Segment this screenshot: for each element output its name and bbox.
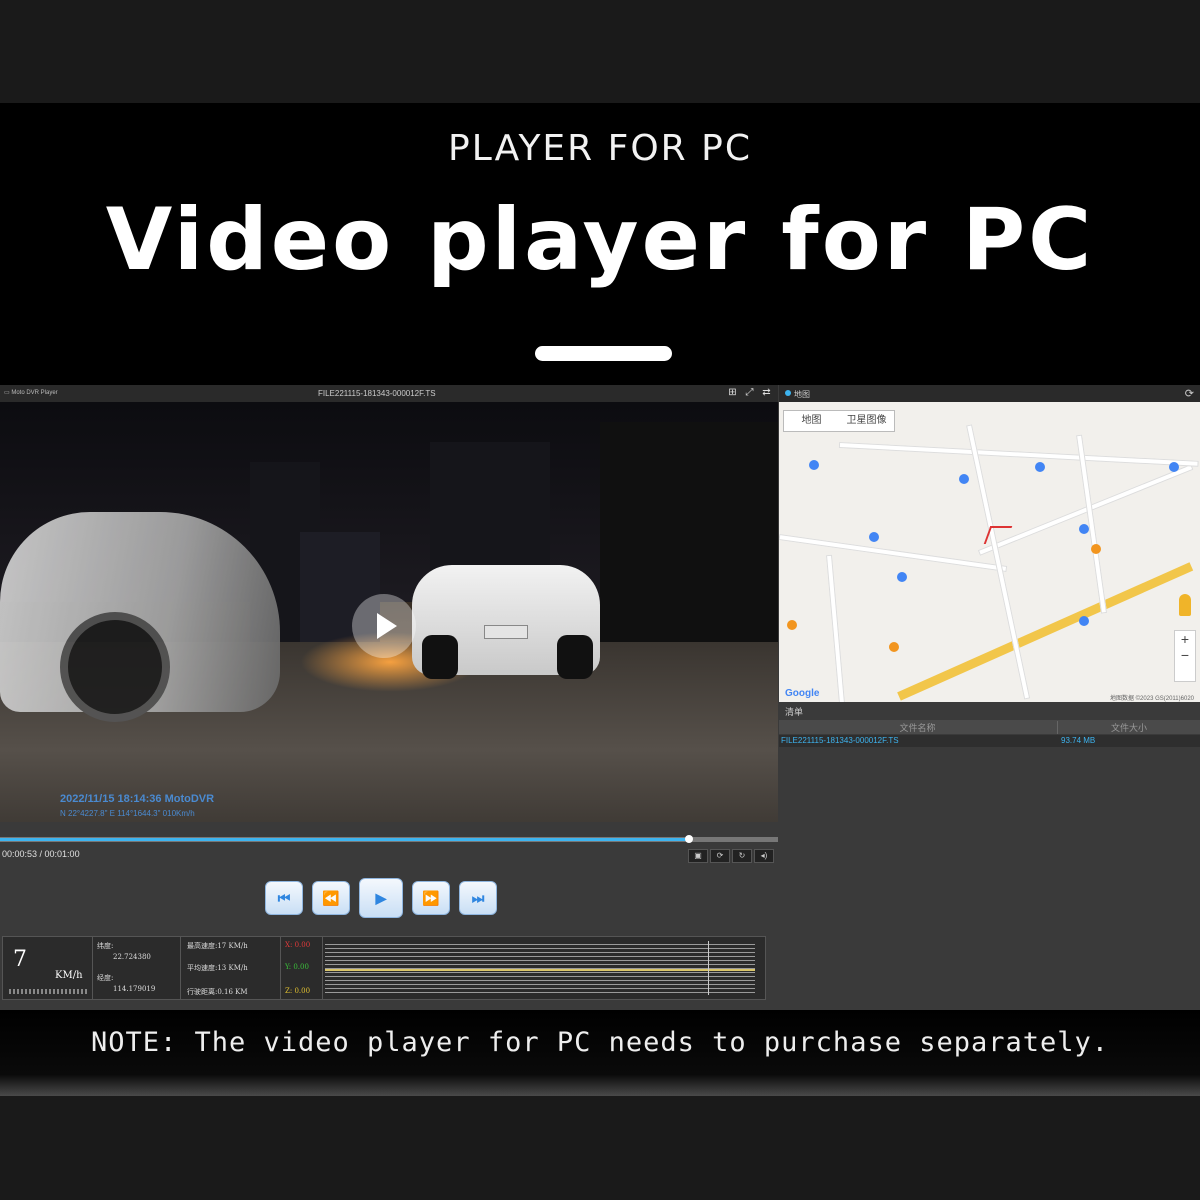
banner-title: Video player for PC xyxy=(105,190,1095,290)
zoom-out-icon[interactable]: − xyxy=(1175,647,1195,663)
latitude-label: 纬度: xyxy=(97,942,114,950)
previous-button[interactable]: ⏮ xyxy=(265,881,303,915)
latitude-value: 22.724380 xyxy=(113,953,151,961)
swap-icon[interactable]: ⇄ xyxy=(761,387,772,398)
volume-icon[interactable]: ◂) xyxy=(754,849,774,863)
map-poi-icon xyxy=(897,572,907,582)
map-poi-icon xyxy=(1035,462,1045,472)
coordinates-box: 纬度: 22.724380 经度: 114.179019 xyxy=(93,937,181,999)
zoom-in-icon[interactable]: + xyxy=(1175,631,1195,647)
speed-value: 7 xyxy=(13,947,27,972)
speed-box: 7 KM/h xyxy=(3,937,93,999)
osd-datetime: 2022/11/15 18:14:36 MotoDVR xyxy=(60,793,215,805)
video-car-white xyxy=(412,565,600,679)
player-titlebar: ▭ Moto DVR Player FILE221115-181343-0000… xyxy=(0,385,778,402)
map-status-icon xyxy=(785,390,791,396)
map-type-tabs: 地图 卫星图像 xyxy=(783,410,895,432)
next-button[interactable]: ⏭ xyxy=(459,881,497,915)
map-main-road xyxy=(897,562,1194,701)
playback-controls: ⏮ ⏪ ▶ ⏩ ⏭ xyxy=(265,878,497,918)
refresh-icon[interactable]: ⟳ xyxy=(1185,387,1194,400)
video-viewport[interactable]: 2022/11/15 18:14:36 MotoDVR N 22°4227.8"… xyxy=(0,402,778,822)
avg-speed: 平均速度:13 KM/h xyxy=(187,964,248,972)
seek-bar-fill xyxy=(0,838,689,841)
file-row-name: FILE221115-181343-000012F.TS xyxy=(781,736,899,745)
banner-subtitle: PLAYER FOR PC xyxy=(448,128,752,169)
z-axis-value: Z: 0.00 xyxy=(285,987,311,995)
map-poi-icon xyxy=(959,474,969,484)
map-street xyxy=(779,534,1008,572)
speed-meter xyxy=(9,989,87,994)
file-list-row[interactable]: FILE221115-181343-000012F.TS 93.74 MB xyxy=(779,735,1200,747)
time-display: 00:00:53 / 00:01:00 xyxy=(2,849,80,859)
map-view[interactable]: 地图 卫星图像 + − Google 地图数据 ©2023 GS(2011)60… xyxy=(779,402,1200,702)
distance: 行驶距离:0.16 KM xyxy=(187,988,248,996)
map-poi-icon xyxy=(809,460,819,470)
map-street xyxy=(826,554,846,702)
osd-coordinates: N 22°4227.8" E 114°1644.3" 010Km/h xyxy=(60,809,195,818)
tab-map[interactable]: 地图 xyxy=(784,411,839,431)
video-building xyxy=(600,422,778,652)
app-logo-icon: ▭ Moto DVR Player xyxy=(4,390,58,396)
fast-forward-button[interactable]: ⏩ xyxy=(412,881,450,915)
google-logo: Google xyxy=(785,688,820,699)
map-street xyxy=(838,442,1199,467)
bottom-band xyxy=(0,1096,1200,1200)
fullscreen-icon[interactable]: ⤢ xyxy=(744,387,755,398)
graph-cursor xyxy=(708,941,709,995)
current-file-name: FILE221115-181343-000012F.TS xyxy=(318,389,436,398)
max-speed: 最高速度:17 KM/h xyxy=(187,942,248,950)
col-file-size[interactable]: 文件大小 xyxy=(1057,721,1200,734)
map-poi-icon xyxy=(787,620,797,630)
play-button[interactable]: ▶ xyxy=(359,878,403,918)
file-list-label: 清单 xyxy=(785,707,804,717)
speed-unit: KM/h xyxy=(55,970,83,981)
title-divider xyxy=(535,346,672,361)
map-poi-icon xyxy=(1091,544,1101,554)
telemetry-panel: 7 KM/h 纬度: 22.724380 经度: 114.179019 最高速度… xyxy=(2,936,766,1000)
loop-icon[interactable]: ↻ xyxy=(732,849,752,863)
note-text: NOTE: The video player for PC needs to p… xyxy=(90,1027,1110,1058)
map-poi-icon xyxy=(1169,462,1179,472)
gsensor-graph xyxy=(325,941,755,995)
snapshot-icon[interactable]: ▣ xyxy=(688,849,708,863)
x-axis-value: X: 0.00 xyxy=(285,941,311,949)
video-play-overlay-icon[interactable] xyxy=(352,594,416,658)
map-credit: 地图数据 ©2023 GS(2011)6020 xyxy=(1109,696,1194,702)
col-file-name[interactable]: 文件名称 xyxy=(779,721,1056,734)
file-list-panel: 清单 文件名称 文件大小 FILE221115-181343-000012F.T… xyxy=(779,702,1200,1002)
map-poi-icon xyxy=(1079,524,1089,534)
gsensor-trace xyxy=(325,969,755,971)
top-band xyxy=(0,0,1200,103)
seek-bar[interactable] xyxy=(0,835,778,843)
street-view-pegman-icon[interactable] xyxy=(1179,594,1191,616)
video-car-left xyxy=(0,512,280,722)
file-list-header: 文件名称 文件大小 xyxy=(779,720,1200,734)
map-poi-icon xyxy=(889,642,899,652)
speed-stats-box: 最高速度:17 KM/h 平均速度:13 KM/h 行驶距离:0.16 KM xyxy=(181,937,281,999)
tab-satellite[interactable]: 卫星图像 xyxy=(839,411,894,431)
seek-bar-handle[interactable] xyxy=(684,835,693,843)
map-poi-icon xyxy=(1079,616,1089,626)
y-axis-value: Y: 0.00 xyxy=(285,963,309,971)
file-row-size: 93.74 MB xyxy=(1061,736,1096,745)
gsensor-box: X: 0.00 Y: 0.00 Z: 0.00 xyxy=(281,937,323,999)
map-poi-icon xyxy=(869,532,879,542)
split-view-icon[interactable]: ⊞ xyxy=(727,387,738,398)
map-panel-title: 地图 xyxy=(794,390,810,399)
map-panel-titlebar: 地图 ⟳ xyxy=(779,385,1200,402)
map-zoom-control: + − xyxy=(1174,630,1196,682)
longitude-value: 114.179019 xyxy=(113,985,156,993)
rotate-icon[interactable]: ⟳ xyxy=(710,849,730,863)
rewind-button[interactable]: ⏪ xyxy=(312,881,350,915)
player-app-window: ▭ Moto DVR Player FILE221115-181343-0000… xyxy=(0,385,1200,1010)
longitude-label: 经度: xyxy=(97,974,114,982)
